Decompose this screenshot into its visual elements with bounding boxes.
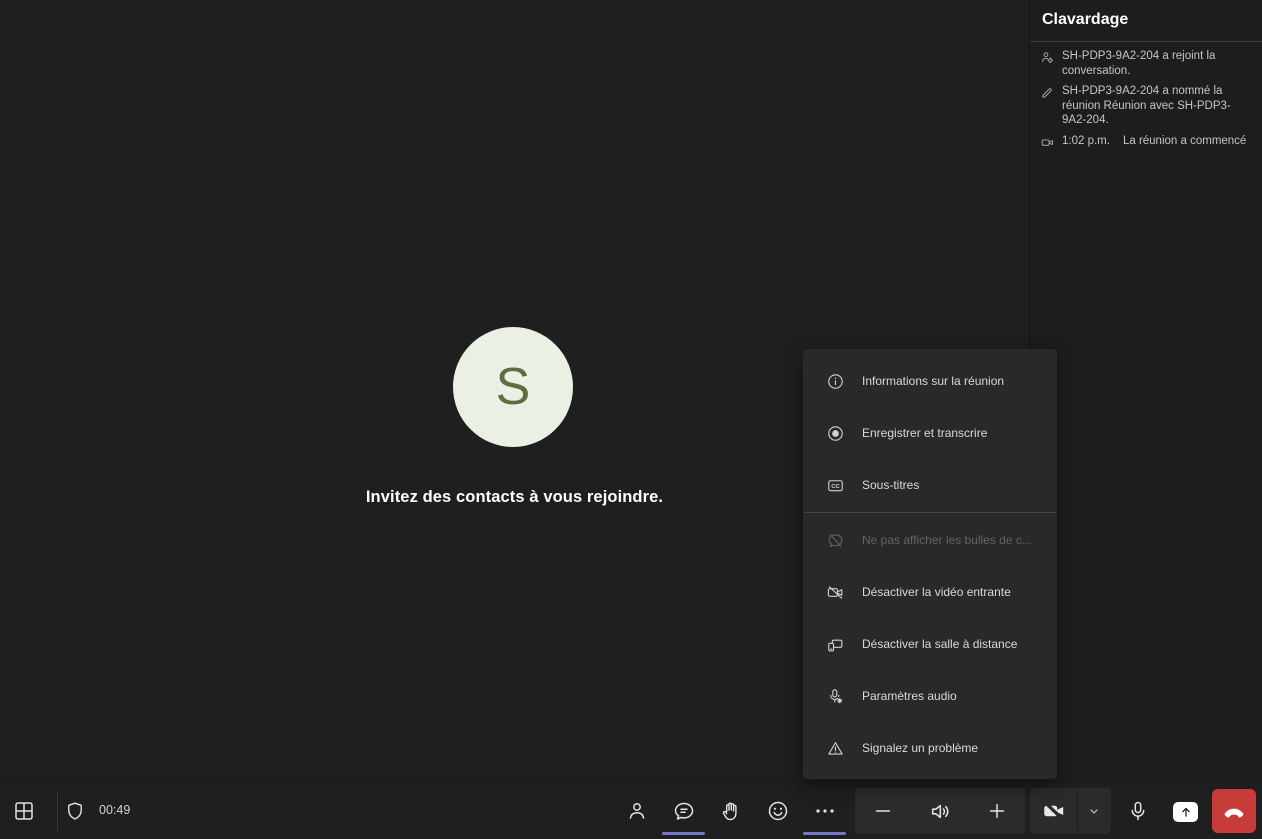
pencil-icon bbox=[1040, 84, 1055, 128]
chat-message-list: SH-PDP3-9A2-204 a rejoint la conversatio… bbox=[1030, 42, 1262, 150]
avatar-letter: S bbox=[496, 357, 531, 417]
raise-hand-button[interactable] bbox=[707, 783, 754, 839]
report-problem-icon bbox=[826, 739, 845, 758]
volume-down-button[interactable] bbox=[859, 788, 907, 834]
toolbar-divider bbox=[57, 791, 58, 831]
call-timer: 00:49 bbox=[99, 803, 130, 817]
captions-icon: CC bbox=[826, 476, 845, 495]
chat-message: SH-PDP3-9A2-204 a nommé la réunion Réuni… bbox=[1040, 84, 1254, 128]
chat-message-time: 1:02 p.m. bbox=[1062, 135, 1110, 147]
camera-options-chevron[interactable] bbox=[1078, 788, 1110, 834]
chat-message-text: SH-PDP3-9A2-204 a rejoint la conversatio… bbox=[1062, 49, 1254, 78]
reactions-button[interactable] bbox=[754, 783, 801, 839]
gallery-layout-button[interactable] bbox=[8, 795, 40, 827]
chat-panel: Clavardage SH-PDP3-9A2-204 a rejoint la … bbox=[1029, 0, 1262, 782]
chat-message: 1:02 p.m. La réunion a commencé bbox=[1040, 134, 1254, 150]
hang-up-button[interactable] bbox=[1212, 789, 1256, 833]
more-options-button[interactable] bbox=[801, 783, 848, 839]
menu-item-label: Paramètres audio bbox=[862, 689, 957, 703]
volume-control-group bbox=[855, 788, 1025, 834]
menu-divider bbox=[804, 512, 1056, 513]
menu-item-record-transcribe[interactable]: Enregistrer et transcrire bbox=[803, 407, 1057, 459]
chat-message-text: SH-PDP3-9A2-204 a nommé la réunion Réuni… bbox=[1062, 84, 1254, 128]
volume-up-button[interactable] bbox=[973, 788, 1021, 834]
menu-item-disable-remote-room[interactable]: Désactiver la salle à distance bbox=[803, 618, 1057, 670]
menu-item-captions[interactable]: CC Sous-titres bbox=[803, 459, 1057, 511]
chat-bubbles-off-icon bbox=[826, 531, 845, 550]
menu-item-hide-chat-bubbles: Ne pas afficher les bulles de c... bbox=[803, 514, 1057, 566]
menu-item-label: Enregistrer et transcrire bbox=[862, 426, 987, 440]
speaker-icon-button[interactable] bbox=[916, 788, 964, 834]
audio-settings-icon bbox=[826, 687, 845, 706]
chat-panel-title: Clavardage bbox=[1030, 0, 1262, 42]
menu-item-label: Ne pas afficher les bulles de c... bbox=[862, 533, 1032, 547]
call-toolbar: 00:49 bbox=[0, 782, 1262, 838]
menu-item-meeting-info[interactable]: Informations sur la réunion bbox=[803, 355, 1057, 407]
avatar: S bbox=[453, 327, 573, 447]
camera-off-button[interactable] bbox=[1030, 788, 1077, 834]
chat-message-body: La réunion a commencé bbox=[1123, 135, 1246, 147]
more-options-menu: Informations sur la réunion Enregistrer … bbox=[803, 349, 1057, 779]
security-shield-button[interactable] bbox=[61, 797, 89, 825]
menu-item-report-problem[interactable]: Signalez un problème bbox=[803, 722, 1057, 774]
participants-button[interactable] bbox=[613, 783, 660, 839]
record-icon bbox=[826, 424, 845, 443]
menu-item-label: Désactiver la vidéo entrante bbox=[862, 585, 1011, 599]
toolbar-middle-cluster bbox=[613, 783, 848, 839]
menu-item-label: Désactiver la salle à distance bbox=[862, 637, 1017, 651]
person-joined-icon bbox=[1040, 49, 1055, 78]
info-icon bbox=[826, 372, 845, 391]
chat-button[interactable] bbox=[660, 783, 707, 839]
menu-item-audio-settings[interactable]: Paramètres audio bbox=[803, 670, 1057, 722]
menu-item-label: Informations sur la réunion bbox=[862, 374, 1004, 388]
chat-message: SH-PDP3-9A2-204 a rejoint la conversatio… bbox=[1040, 49, 1254, 78]
room-device-icon bbox=[826, 635, 845, 654]
incoming-video-off-icon bbox=[826, 583, 845, 602]
menu-item-label: Sous-titres bbox=[862, 478, 919, 492]
more-options-active-indicator bbox=[803, 832, 846, 835]
chat-message-text: 1:02 p.m. La réunion a commencé bbox=[1062, 134, 1246, 150]
svg-text:CC: CC bbox=[831, 484, 840, 490]
menu-item-label: Signalez un problème bbox=[862, 741, 978, 755]
chat-active-indicator bbox=[662, 832, 705, 835]
camera-icon bbox=[1040, 134, 1055, 150]
camera-control-group bbox=[1030, 788, 1111, 834]
share-screen-button[interactable] bbox=[1173, 802, 1198, 822]
menu-item-disable-incoming-video[interactable]: Désactiver la vidéo entrante bbox=[803, 566, 1057, 618]
microphone-button[interactable] bbox=[1119, 791, 1157, 831]
